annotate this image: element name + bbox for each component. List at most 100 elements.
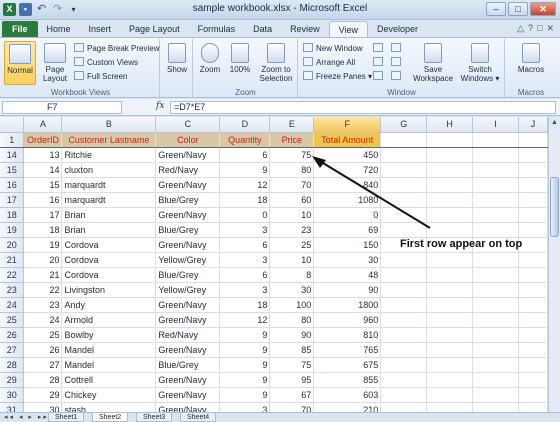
tab-formulas[interactable]: Formulas <box>189 21 245 37</box>
cell-total[interactable]: 150 <box>313 237 382 253</box>
cell-quantity[interactable]: 6 <box>219 237 271 253</box>
cell[interactable] <box>472 177 519 193</box>
cell-lastname[interactable]: Mandel <box>61 357 157 373</box>
cell[interactable] <box>518 327 548 343</box>
cell-color[interactable]: Green/Navy <box>155 372 221 388</box>
cell[interactable] <box>472 312 519 328</box>
cell-orderid[interactable]: 27 <box>23 357 63 373</box>
cell[interactable] <box>518 312 548 328</box>
cell[interactable] <box>426 177 474 193</box>
column-header-h[interactable]: H <box>426 117 474 133</box>
cell[interactable] <box>426 147 474 163</box>
cell[interactable] <box>518 132 548 148</box>
cell-price[interactable]: 75 <box>269 357 315 373</box>
cell[interactable] <box>380 177 428 193</box>
cell-quantity[interactable]: 18 <box>219 297 271 313</box>
cell[interactable] <box>472 327 519 343</box>
cell-total[interactable]: 90 <box>313 282 382 298</box>
cell-quantity[interactable]: 3 <box>219 282 271 298</box>
cell[interactable] <box>472 132 519 148</box>
cell-price[interactable]: 95 <box>269 372 315 388</box>
unhide-button[interactable] <box>373 70 386 83</box>
save-workspace-button[interactable]: Save Workspace <box>411 41 455 83</box>
view-side-by-side-button[interactable] <box>391 42 404 55</box>
cell-orderid[interactable]: 16 <box>23 192 63 208</box>
cell-quantity[interactable]: 12 <box>219 312 271 328</box>
cell[interactable] <box>518 207 548 223</box>
cell-total[interactable]: 840 <box>313 177 382 193</box>
column-header-f[interactable]: F <box>313 117 382 133</box>
cell-price[interactable]: 8 <box>269 267 315 283</box>
cell[interactable] <box>518 357 548 373</box>
arrange-all-button[interactable]: Arrange All <box>303 56 355 69</box>
row-header[interactable]: 23 <box>0 282 25 298</box>
sheet-nav-arrows[interactable]: ◂◂ ◂ ▸ ▸▸ <box>4 413 49 422</box>
cell-orderid[interactable]: 24 <box>23 312 63 328</box>
sync-scrolling-button[interactable] <box>391 56 404 69</box>
cell-total[interactable]: 1080 <box>313 192 382 208</box>
cell-lastname[interactable]: Andy <box>61 297 157 313</box>
cell-lastname[interactable]: Bowlby <box>61 327 157 343</box>
tab-view[interactable]: View <box>328 21 368 37</box>
cell-price[interactable]: 90 <box>269 327 315 343</box>
cell-quantity[interactable]: 9 <box>219 372 271 388</box>
cell[interactable] <box>472 192 519 208</box>
cell[interactable] <box>426 282 474 298</box>
header-cell-total[interactable]: Total Amount <box>313 132 382 148</box>
row-header[interactable]: 31 <box>0 402 25 412</box>
cell-total[interactable]: 210 <box>313 402 382 412</box>
cell-quantity[interactable]: 3 <box>219 222 271 238</box>
cell-total[interactable]: 69 <box>313 222 382 238</box>
sheet-tab-3[interactable]: Sheet3 <box>136 413 173 422</box>
cell-price[interactable]: 23 <box>269 222 315 238</box>
cell-total[interactable]: 960 <box>313 312 382 328</box>
cell-lastname[interactable]: Cordova <box>61 252 157 268</box>
cell-total[interactable]: 675 <box>313 357 382 373</box>
cell-total[interactable]: 603 <box>313 387 382 403</box>
cell-color[interactable]: Green/Navy <box>155 342 221 358</box>
show-button[interactable]: Show <box>163 41 191 74</box>
row-header[interactable]: 24 <box>0 297 25 313</box>
cell-color[interactable]: Red/Navy <box>155 162 221 178</box>
cell-quantity[interactable]: 18 <box>219 192 271 208</box>
cell[interactable] <box>426 312 474 328</box>
cell-color[interactable]: Green/Navy <box>155 237 221 253</box>
column-header-i[interactable]: I <box>472 117 519 133</box>
cell-lastname[interactable]: Mandel <box>61 342 157 358</box>
cell[interactable] <box>426 207 474 223</box>
column-header-g[interactable]: G <box>380 117 428 133</box>
row-header[interactable]: 26 <box>0 327 25 343</box>
cell[interactable] <box>380 222 428 238</box>
cell-color[interactable]: Green/Navy <box>155 387 221 403</box>
cell[interactable] <box>472 222 519 238</box>
sheet-tab-2[interactable]: Sheet2 <box>92 413 129 422</box>
tab-home[interactable]: Home <box>38 21 80 37</box>
zoom-100-button[interactable]: 100% <box>226 41 254 74</box>
cell-orderid[interactable]: 20 <box>23 252 63 268</box>
cell-color[interactable]: Green/Navy <box>155 177 221 193</box>
cell-lastname[interactable]: Cordova <box>61 267 157 283</box>
cell-quantity[interactable]: 3 <box>219 252 271 268</box>
column-header-d[interactable]: D <box>219 117 271 133</box>
cell[interactable] <box>472 357 519 373</box>
cell[interactable] <box>380 327 428 343</box>
row-header[interactable]: 30 <box>0 387 25 403</box>
zoom-to-selection-button[interactable]: Zoom to Selection <box>256 41 296 83</box>
header-cell-lastname[interactable]: Customer Lastname <box>61 132 157 148</box>
cell-color[interactable]: Blue/Grey <box>155 267 221 283</box>
column-header-e[interactable]: E <box>269 117 315 133</box>
cell-orderid[interactable]: 25 <box>23 327 63 343</box>
cell[interactable] <box>472 387 519 403</box>
cell-orderid[interactable]: 15 <box>23 177 63 193</box>
cell-lastname[interactable]: stash <box>61 402 157 412</box>
cell-quantity[interactable]: 9 <box>219 342 271 358</box>
row-header[interactable]: 29 <box>0 372 25 388</box>
select-all-corner[interactable] <box>0 117 25 133</box>
row-header[interactable]: 15 <box>0 162 25 178</box>
tab-data[interactable]: Data <box>244 21 281 37</box>
cell[interactable] <box>518 147 548 163</box>
scroll-up-arrow[interactable]: ▲ <box>549 117 560 129</box>
cell[interactable] <box>518 297 548 313</box>
cell-lastname[interactable]: marquardt <box>61 192 157 208</box>
cell-total[interactable]: 1800 <box>313 297 382 313</box>
